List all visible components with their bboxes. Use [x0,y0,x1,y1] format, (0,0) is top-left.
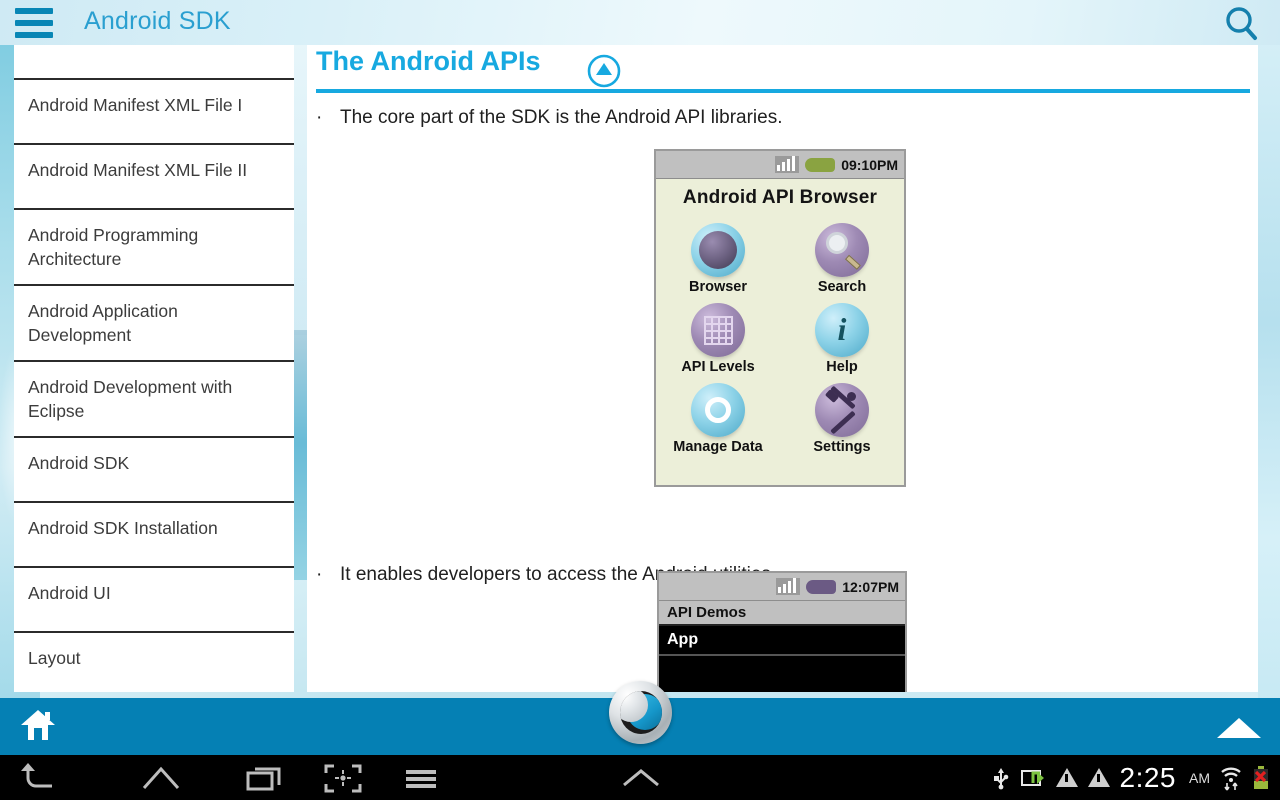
tile-label: Browser [688,279,748,295]
tile-label: Settings [813,439,871,455]
sidebar-item-partial[interactable] [14,42,294,80]
sidebar-item-layout[interactable]: Layout [14,633,294,692]
tools-icon [815,383,869,437]
data-transfer-icon [1020,767,1046,789]
sidebar-item-label: Android UI [28,583,111,603]
signal-bars-icon [776,578,801,595]
tile-label: Manage Data [673,439,763,455]
tile-api-levels[interactable]: API Levels [656,295,780,375]
tile-help[interactable]: i Help [780,295,904,375]
content-header: The Android APIs [307,42,1258,94]
system-clock-ampm: AM [1189,769,1210,786]
tile-label: Search [817,279,867,295]
sidebar-item-android-programming-architecture[interactable]: Android Programming Architecture [14,210,294,286]
wifi-icon [1220,765,1242,791]
back-arrow-icon[interactable] [16,761,62,795]
bullet-text: The core part of the SDK is the Android … [340,107,783,128]
bg-shape-right [1258,35,1280,755]
search-icon[interactable] [1222,4,1262,44]
circle-up-arrow-icon[interactable] [587,54,621,88]
title-underline [316,89,1250,93]
tile-manage-data[interactable]: Manage Data [656,375,780,455]
shot2-selected-row: App [659,626,905,654]
shot1-clock: 09:10PM [841,156,898,173]
sidebar-item-label: Android Manifest XML File I [28,95,243,115]
shot2-status-bar: 12:07PM [659,573,905,601]
shot1-title: Android API Browser [682,187,878,208]
battery-icon [806,579,837,594]
app-logo-inner [620,691,662,734]
warning-triangle-icon [1055,768,1078,787]
magnifier-icon [815,223,869,277]
content-panel: The Android APIs · The core part of the … [307,42,1258,692]
usb-icon [992,766,1010,790]
home-outline-icon[interactable] [138,761,184,795]
page-title: The Android APIs [316,46,541,76]
chevron-up-icon[interactable] [618,761,664,795]
api-demos-screenshot: 12:07PM API Demos App [657,571,907,692]
tile-settings[interactable]: Settings [780,375,904,455]
android-api-browser-screenshot: 09:10PM Android API Browser Browser Sear… [654,149,906,487]
home-icon[interactable] [20,708,56,742]
sidebar-item-android-development-with-eclipse[interactable]: Android Development with Eclipse [14,362,294,438]
signal-bars-icon [775,156,800,173]
table-grid-icon [691,303,745,357]
battery-icon [805,157,836,172]
bullet-marker: · [316,564,323,585]
menu-lines-icon[interactable] [398,761,444,795]
sidebar-item-android-manifest-xml-file-ii[interactable]: Android Manifest XML File II [14,145,294,210]
system-status-icons: 2:25 AM [992,755,1271,800]
system-navigation-bar: 2:25 AM [0,755,1280,800]
bullet-item-1: · The core part of the SDK is the Androi… [316,106,1258,129]
battery-error-icon [1252,765,1270,791]
screenshot-capture-icon[interactable] [320,761,366,795]
sidebar-item-android-sdk-installation[interactable]: Android SDK Installation [14,503,294,568]
ring-icon [691,383,745,437]
hamburger-menu-icon[interactable] [15,8,53,38]
tile-browser[interactable]: Browser [656,215,780,295]
sidebar-item-label: Android Manifest XML File II [28,160,248,180]
sidebar-item-android-manifest-xml-file-i[interactable]: Android Manifest XML File I [14,80,294,145]
tile-search[interactable]: Search [780,215,904,295]
app-top-bar: Android SDK [0,0,1280,45]
app-title: Android SDK [84,7,231,35]
shot1-tile-grid: Browser Search API Levels i Help Manage … [656,215,904,455]
sidebar-item-label: Android SDK Installation [28,518,218,538]
globe-icon [691,223,745,277]
up-triangle-icon[interactable] [1216,716,1262,740]
android-app-screen: Android SDK Android Manifest XML File I … [0,0,1280,800]
sidebar-item-android-sdk[interactable]: Android SDK [14,438,294,503]
tile-label: Help [826,359,858,375]
app-logo-icon[interactable] [609,681,672,744]
warning-triangle-icon [1087,768,1110,787]
system-clock: 2:25 [1119,761,1176,793]
sidebar-item-label: Android SDK [28,453,130,473]
bullet-marker: · [316,107,323,128]
sidebar-item-android-application-development[interactable]: Android Application Development [14,286,294,362]
tile-label: API Levels [681,359,755,375]
shot1-status-bar: 09:10PM [656,151,904,179]
info-i-icon: i [815,303,869,357]
sidebar-item-label: Android Programming Architecture [28,225,199,269]
chapter-sidebar[interactable]: Android Manifest XML File I Android Mani… [14,42,294,692]
sidebar-item-label: Layout [28,648,81,668]
shot2-clock: 12:07PM [842,578,899,595]
sidebar-item-label: Android Development with Eclipse [28,377,233,421]
shot2-header-row: API Demos [659,601,905,626]
sidebar-item-android-ui[interactable]: Android UI [14,568,294,633]
sidebar-item-label: Android Application Development [28,301,178,345]
shot2-next-row [659,654,905,672]
recent-apps-icon[interactable] [242,761,288,795]
